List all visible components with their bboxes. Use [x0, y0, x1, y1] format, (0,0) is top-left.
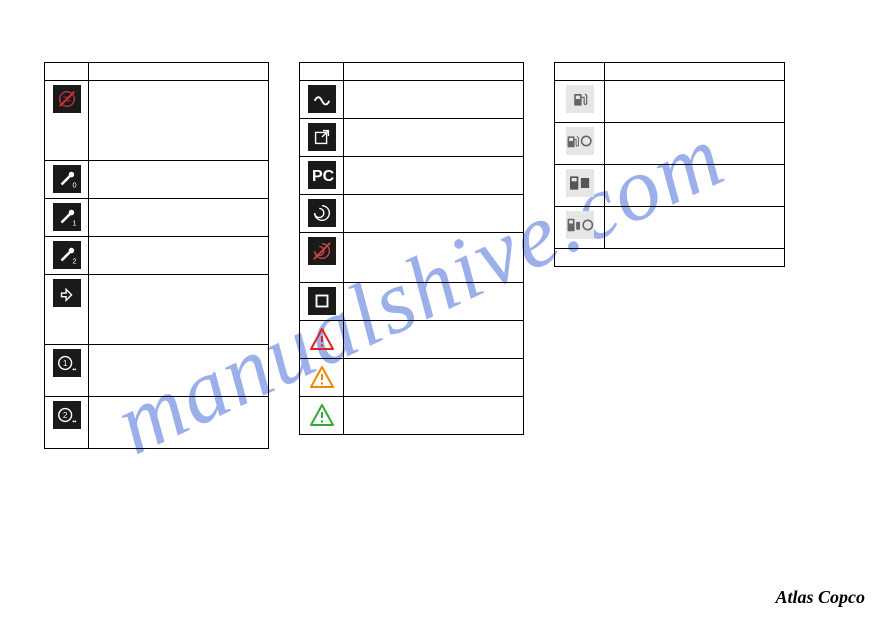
- fuel-circle-icon: [566, 127, 594, 155]
- t1-r4-desc: [89, 275, 269, 345]
- icon-table-3: [554, 62, 785, 267]
- t1-r5-desc: [89, 345, 269, 397]
- circle-1-icon: 1: [53, 349, 81, 377]
- warning-orange-icon: [308, 363, 336, 391]
- svg-text:1: 1: [72, 218, 76, 227]
- t1-r6-desc: [89, 397, 269, 449]
- arrow-loop-icon: [53, 279, 81, 307]
- wave-icon: [308, 85, 336, 113]
- t3-r0-desc: [605, 81, 785, 123]
- t2-r5-desc: [344, 283, 524, 321]
- pc-icon: PC: [308, 161, 336, 189]
- svg-text:2: 2: [72, 256, 76, 265]
- swirl-off-icon: [308, 237, 336, 265]
- svg-text:2: 2: [62, 411, 67, 420]
- t1-r0-desc: [89, 81, 269, 161]
- t3-r3-desc: [605, 207, 785, 249]
- wrench-1-icon: 1: [53, 203, 81, 231]
- t2-hdr-icon: [300, 63, 344, 81]
- wrench-2-icon: 2: [53, 241, 81, 269]
- t2-r1-desc: [344, 119, 524, 157]
- t2-r6-desc: [344, 321, 524, 359]
- external-icon: [308, 123, 336, 151]
- no-generator-icon: [53, 85, 81, 113]
- icon-table-2: PC: [299, 62, 524, 435]
- fuel-icon: [566, 85, 594, 113]
- svg-text:PC: PC: [312, 168, 334, 185]
- t3-hdr-desc: [605, 63, 785, 81]
- t3-footer: [555, 249, 785, 267]
- t2-r4-desc: [344, 233, 524, 283]
- icon-table-1: 0 1 2 1 2: [44, 62, 269, 449]
- t3-r1-desc: [605, 123, 785, 165]
- t3-r2-desc: [605, 165, 785, 207]
- tables-container: 0 1 2 1 2 PC: [44, 62, 785, 449]
- t2-r7-desc: [344, 359, 524, 397]
- warning-green-icon: [308, 401, 336, 429]
- t1-r3-desc: [89, 237, 269, 275]
- port-icon: [308, 287, 336, 315]
- svg-text:0: 0: [72, 180, 76, 189]
- cylinder-circle-icon: [566, 211, 594, 239]
- cylinder-dark-icon: [566, 169, 594, 197]
- t3-hdr-icon: [555, 63, 605, 81]
- warning-red-icon: [308, 325, 336, 353]
- t1-hdr-desc: [89, 63, 269, 81]
- t2-r2-desc: [344, 157, 524, 195]
- brand-logo: Atlas Copco: [775, 587, 865, 608]
- t1-r1-desc: [89, 161, 269, 199]
- swirl-icon: [308, 199, 336, 227]
- t1-r2-desc: [89, 199, 269, 237]
- t2-r3-desc: [344, 195, 524, 233]
- svg-text:1: 1: [62, 359, 67, 368]
- t2-hdr-desc: [344, 63, 524, 81]
- t2-r0-desc: [344, 81, 524, 119]
- circle-2-icon: 2: [53, 401, 81, 429]
- wrench-0-icon: 0: [53, 165, 81, 193]
- t2-r8-desc: [344, 397, 524, 435]
- t1-hdr-icon: [45, 63, 89, 81]
